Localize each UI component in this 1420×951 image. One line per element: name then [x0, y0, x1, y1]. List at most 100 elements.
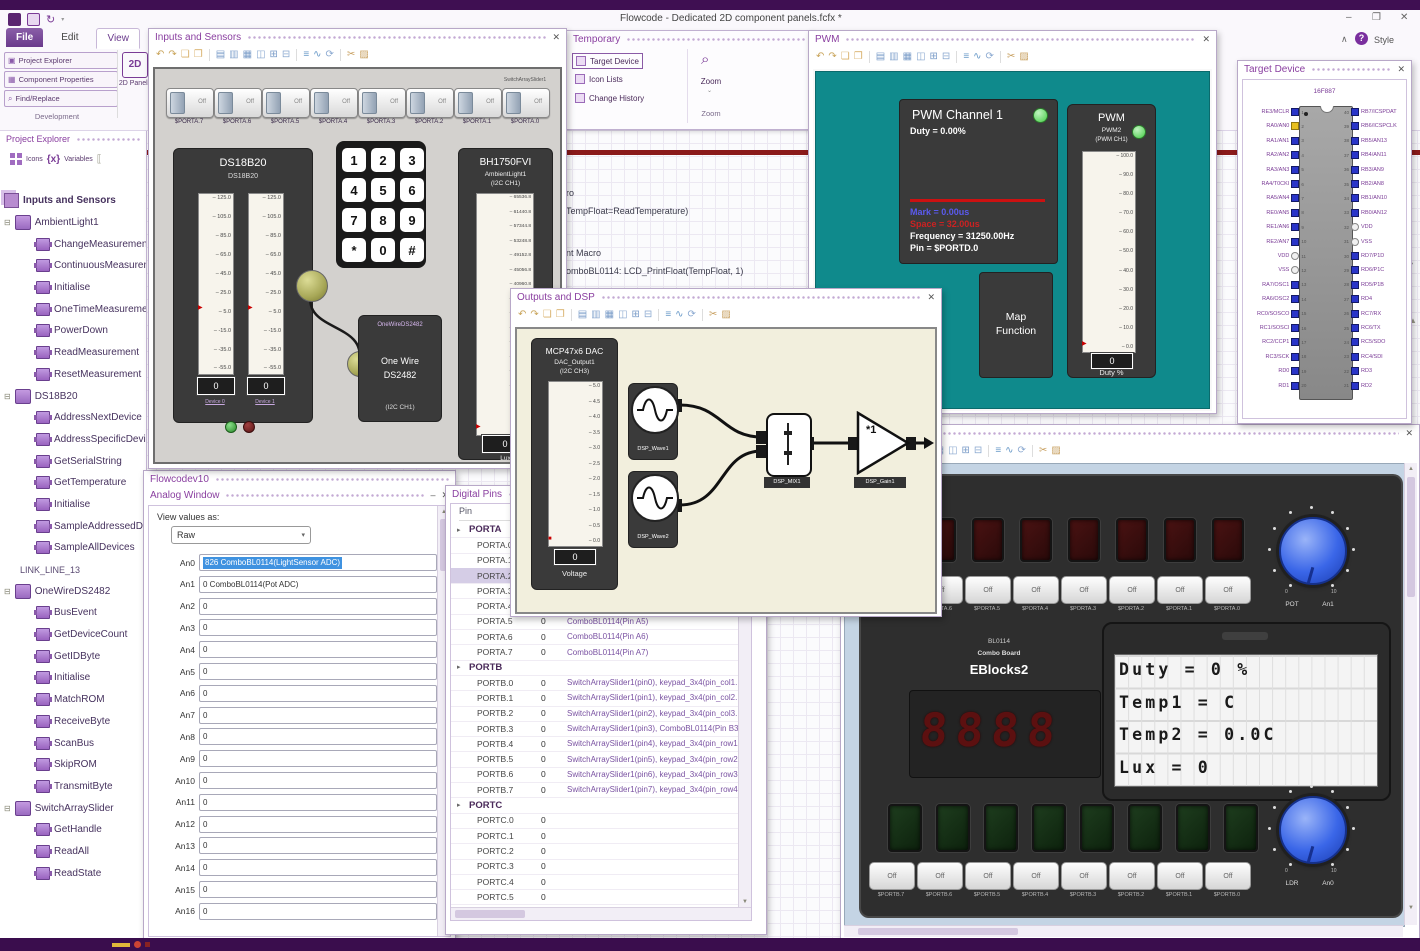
- pin-connector-icon[interactable]: [1351, 295, 1359, 304]
- chip-pin-RD5/P1B[interactable]: 28 RD5/P1B: [1339, 280, 1405, 289]
- pin-connector-icon[interactable]: [1351, 381, 1359, 390]
- zoom-dropdown-icon[interactable]: ⌄: [707, 87, 712, 94]
- pwm-slider-component[interactable]: PWM PWM2 (PWM CH1) ‒ 100.0 ‒ 90.0 ‒ 80.0 ‒ …: [1067, 104, 1156, 378]
- chip-pin-RE3/MCLR[interactable]: RE3/MCLR 1: [1245, 108, 1311, 116]
- tree-item-ScanBus[interactable]: ScanBus: [0, 732, 146, 754]
- checkbox-change-history[interactable]: Change History: [572, 91, 647, 105]
- toolbar-split-icon[interactable]: ◫: [916, 51, 925, 63]
- ds18b20-device-label-2[interactable]: Device 1: [245, 399, 285, 405]
- toolbar-remove-icon[interactable]: ⊟: [974, 445, 982, 457]
- switch-lever-icon[interactable]: [218, 92, 233, 114]
- dsp-gain-component[interactable]: *1: [856, 410, 912, 476]
- ds18b20-component[interactable]: DS18B20 DS18B20 ‒ 125.0 ‒ 105.0 ‒ 85.0 ‒ 65…: [173, 148, 313, 423]
- toolbar-wave-icon[interactable]: ∿: [973, 51, 981, 63]
- toolbar-copy-icon[interactable]: ❏: [181, 49, 190, 61]
- minimize-button[interactable]: –: [1346, 12, 1352, 23]
- toolbar-copy-icon[interactable]: ❏: [841, 51, 850, 63]
- toolbar-grid-icon[interactable]: ▦: [605, 309, 614, 321]
- switch-lever-icon[interactable]: [266, 92, 281, 114]
- pin-connector-icon[interactable]: [1351, 208, 1359, 217]
- tree-item-GetHandle[interactable]: GetHandle: [0, 819, 146, 841]
- digital-row-PORTB[interactable]: ▸ PORTB: [451, 660, 739, 676]
- pin-connector-icon[interactable]: [1291, 208, 1300, 217]
- toolbar-undo-icon[interactable]: ↶: [518, 309, 526, 321]
- chip-pin-RA1/AN1[interactable]: RA1/AN1 3: [1245, 136, 1311, 145]
- pin-connector-icon[interactable]: [1291, 252, 1300, 260]
- expander-icon[interactable]: ▸: [451, 801, 469, 809]
- chip-pin-RA0/AN0[interactable]: RA0/AN0 2: [1245, 122, 1311, 131]
- pin-connector-icon[interactable]: [1291, 352, 1300, 361]
- tree-item-SkipROM[interactable]: SkipROM: [0, 754, 146, 776]
- switch-lever-icon[interactable]: [170, 92, 185, 114]
- pin-connector-icon[interactable]: [1291, 136, 1300, 145]
- chip-pin-RE2/AN7[interactable]: RE2/AN7 10: [1245, 237, 1311, 246]
- analog-value-input[interactable]: 0: [199, 684, 437, 702]
- pin-connector-icon[interactable]: [1291, 381, 1300, 390]
- toolbar-cut-icon[interactable]: ✂: [709, 309, 717, 321]
- ds18b20-device-label-1[interactable]: Device 0: [195, 399, 235, 405]
- ldr-knob[interactable]: [1279, 796, 1347, 864]
- chip-pin-RD7/P1D[interactable]: 30 RD7/P1D: [1339, 252, 1405, 260]
- target-device-titlebar[interactable]: Target Device ✕: [1238, 61, 1411, 77]
- dac-component[interactable]: MCP47x6 DAC DAC_Output1 (I2C CH3) ‒ 5.0 ‒…: [531, 338, 618, 590]
- close-icon[interactable]: ✕: [1397, 64, 1405, 75]
- ds18b20-scale-1[interactable]: ‒ 125.0 ‒ 105.0 ‒ 85.0 ‒ 65.0 ‒ 45.0 ‒ 25.0 ‒ …: [198, 193, 234, 375]
- analog-value-input[interactable]: 0: [199, 881, 437, 898]
- chip-pin-RB0/AN12[interactable]: 33 RB0/AN12: [1339, 208, 1405, 217]
- pin-connector-icon[interactable]: [1291, 324, 1300, 332]
- board-bottom-button-$PORTB.2[interactable]: Off: [1109, 862, 1155, 890]
- chip-pin-RC5/SDO[interactable]: 24 RC5/SDO: [1339, 338, 1405, 347]
- keypad-key-2[interactable]: 2: [371, 148, 395, 172]
- tree-item-TransmitByte[interactable]: TransmitByte: [0, 776, 146, 798]
- chip-pin-RD2[interactable]: 21 RD2: [1339, 381, 1405, 390]
- pin-connector-icon[interactable]: [1351, 136, 1359, 145]
- tree-item-Initialise[interactable]: Initialise: [0, 494, 146, 516]
- ribbon-collapse-icon[interactable]: ∧: [1341, 34, 1348, 45]
- tree-item-GetIDByte[interactable]: GetIDByte: [0, 645, 146, 667]
- close-icon[interactable]: ✕: [927, 292, 935, 303]
- analog-value-input[interactable]: 0: [199, 815, 437, 833]
- board-bottom-button-$PORTB.3[interactable]: Off: [1061, 862, 1107, 890]
- pwm-duty-scale[interactable]: ‒ 100.0 ‒ 90.0 ‒ 80.0 ‒ 70.0 ‒ 60.0 ‒ 50.0 ‒ 4…: [1082, 151, 1136, 353]
- toolbar-wave-icon[interactable]: ∿: [675, 309, 683, 321]
- tree-item-ResetMeasurement[interactable]: ResetMeasurement: [0, 364, 146, 386]
- toolbar-rotate-icon[interactable]: ⟳: [688, 309, 696, 321]
- dac-scale[interactable]: ‒ 5.0 ‒ 4.5 ‒ 4.0 ‒ 3.5 ‒ 3.0 ‒ 2.5 ‒ 2.0 ‒ 1.5…: [548, 381, 603, 547]
- board-top-button-$PORTA.0[interactable]: Off: [1205, 576, 1251, 604]
- analog-value-input[interactable]: 0: [199, 663, 437, 680]
- board-top-button-$PORTA.4[interactable]: Off: [1013, 576, 1059, 604]
- expander-icon[interactable]: ⊟: [4, 218, 11, 227]
- tree-item-SampleAddressedDevice[interactable]: SampleAddressedDevice: [0, 515, 146, 537]
- chip-pin-RD4[interactable]: 27 RD4: [1339, 295, 1405, 304]
- toolbar-paste-icon[interactable]: ❐: [194, 49, 203, 61]
- tree-item-ReadMeasurement[interactable]: ReadMeasurement: [0, 342, 146, 364]
- pin-connector-icon[interactable]: [1351, 367, 1359, 376]
- chip-pin-RC1/SOSCI[interactable]: RC1/SOSCI 16: [1245, 324, 1311, 332]
- analog-value-input[interactable]: 0: [199, 597, 437, 615]
- switch-lever-icon[interactable]: [458, 92, 473, 114]
- analog-value-input[interactable]: 0: [199, 728, 437, 746]
- toolbar-cut-icon[interactable]: ✂: [347, 49, 355, 61]
- pin-connector-icon[interactable]: [1291, 367, 1300, 376]
- chip-pin-VSS[interactable]: VSS 12: [1245, 266, 1311, 275]
- tree-item-ReceiveByte[interactable]: ReceiveByte: [0, 711, 146, 733]
- pin-connector-icon[interactable]: [1351, 108, 1359, 116]
- keypad-key-3[interactable]: 3: [400, 148, 424, 172]
- dsp-wave1-component[interactable]: DSP_Wave1: [628, 383, 679, 460]
- chip-pin-RC4/SDI[interactable]: 23 RC4/SDI: [1339, 352, 1405, 361]
- toolbar-new-item-icon[interactable]: ▤: [578, 309, 587, 321]
- expander-icon[interactable]: ⊟: [4, 804, 11, 813]
- toolbar-cut-icon[interactable]: ✂: [1007, 51, 1015, 63]
- pin-connector-icon[interactable]: [1351, 223, 1359, 232]
- pin-connector-icon[interactable]: [1291, 309, 1300, 318]
- chip-pin-RB7/ICSPDAT[interactable]: 40 RB7/ICSPDAT: [1339, 108, 1405, 116]
- chip-pin-RA5/AN4[interactable]: RA5/AN4 7: [1245, 194, 1311, 203]
- pin-connector-icon[interactable]: [1351, 151, 1359, 160]
- toolbar-undo-icon[interactable]: ↶: [156, 49, 164, 61]
- pin-connector-icon[interactable]: [1291, 108, 1300, 116]
- expander-icon[interactable]: ⊟: [4, 392, 11, 401]
- pin-connector-icon[interactable]: [1351, 280, 1359, 289]
- chip-pin-RA6/OSC2[interactable]: RA6/OSC2 14: [1245, 295, 1311, 304]
- close-icon[interactable]: ✕: [552, 32, 560, 43]
- toolbar-rotate-icon[interactable]: ⟳: [1018, 445, 1026, 457]
